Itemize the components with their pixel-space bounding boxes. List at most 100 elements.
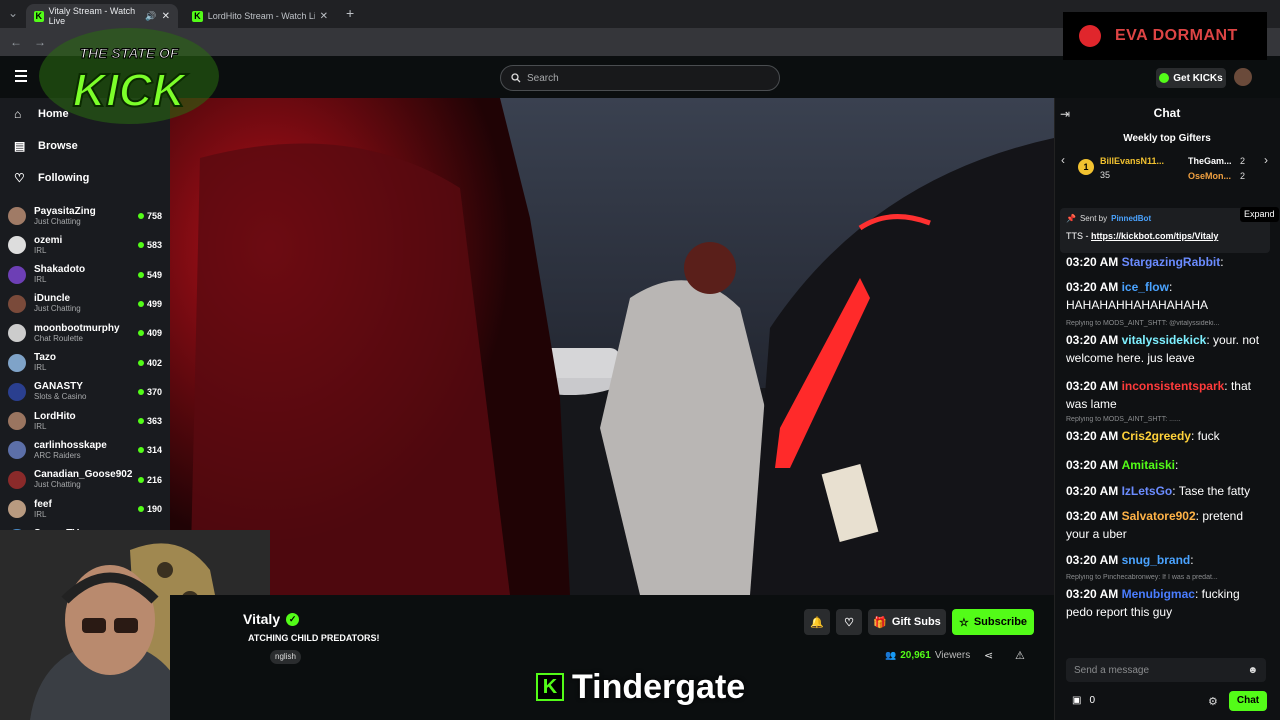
sidebar-channel[interactable]: moonbootmurphy Chat Roulette 409 bbox=[8, 319, 162, 347]
expand-tooltip[interactable]: Expand bbox=[1240, 207, 1279, 222]
viewer-count: 👥 20,961 Viewers bbox=[885, 650, 971, 661]
live-dot-icon bbox=[137, 388, 144, 395]
chat-input[interactable]: Send a message ☻ bbox=[1066, 658, 1266, 682]
caption-overlay: K Tindergate bbox=[536, 668, 745, 706]
chat-reply-context[interactable]: Replying to MODS_AINT_SHTT: ...... bbox=[1066, 416, 1266, 423]
chat-username[interactable]: vitalyssidekick bbox=[1122, 333, 1207, 347]
gifter-count: 2 bbox=[1240, 171, 1246, 181]
language-tag[interactable]: nglish bbox=[270, 650, 301, 664]
top-gifter-count: 35 bbox=[1100, 170, 1111, 180]
chat-username[interactable]: snug_brand bbox=[1122, 553, 1191, 567]
video-player[interactable] bbox=[170, 98, 1054, 595]
sidebar-nav-browse[interactable]: ▤ Browse bbox=[14, 139, 78, 153]
kick-logo-icon: K bbox=[536, 673, 564, 701]
live-dot-icon bbox=[137, 300, 144, 307]
chat-reply-context[interactable]: Replying to MODS_AINT_SHTT: @vitalysside… bbox=[1066, 320, 1266, 327]
notification-button[interactable]: 🔔 bbox=[804, 609, 830, 635]
live-dot-icon bbox=[137, 418, 144, 425]
eva-status-badge: EVA DORMANT bbox=[1063, 12, 1267, 60]
chat-username[interactable]: Salvatore902 bbox=[1122, 509, 1196, 523]
streamer-name[interactable]: Vitaly bbox=[243, 611, 280, 627]
bell-icon: 🔔 bbox=[810, 616, 824, 629]
chat-username[interactable]: IzLetsGo bbox=[1122, 484, 1173, 498]
audio-icon[interactable]: 🔊 bbox=[145, 11, 156, 22]
sidebar-channel[interactable]: LordHito IRL 363 bbox=[8, 407, 162, 435]
chat-message: 03:20 AM StargazingRabbit: bbox=[1066, 255, 1224, 269]
channel-viewers: 409 bbox=[137, 328, 162, 338]
report-icon[interactable]: ⚠ bbox=[1015, 649, 1025, 662]
sidebar-channel[interactable]: ozemi IRL 583 bbox=[8, 231, 162, 259]
user-avatar[interactable] bbox=[1234, 68, 1252, 86]
chat-username[interactable]: StargazingRabbit bbox=[1122, 255, 1221, 269]
svg-text:THE STATE OF: THE STATE OF bbox=[79, 45, 178, 61]
close-tab-icon[interactable]: ✕ bbox=[320, 11, 328, 22]
heart-icon: ♡ bbox=[14, 171, 25, 185]
gifter-name[interactable]: TheGam... bbox=[1188, 156, 1232, 166]
chat-username[interactable]: Amitaiski bbox=[1122, 458, 1175, 472]
share-icon[interactable]: ⋖ bbox=[984, 649, 993, 662]
browse-icon: ▤ bbox=[14, 139, 26, 153]
channel-viewers: 758 bbox=[137, 211, 162, 221]
follow-button[interactable]: ♡ bbox=[836, 609, 862, 635]
tab-list-icon[interactable]: ⌄ bbox=[8, 6, 18, 20]
live-dot-icon bbox=[137, 476, 144, 483]
chat-send-button[interactable]: Chat bbox=[1229, 691, 1267, 711]
state-of-kick-logo: THE STATE OF KICK bbox=[36, 24, 222, 128]
channel-viewers: 370 bbox=[137, 387, 162, 397]
gift-subs-button[interactable]: 🎁 Gift Subs bbox=[868, 609, 946, 635]
chat-username[interactable]: Menubigmac bbox=[1122, 587, 1195, 601]
live-dot-icon bbox=[137, 242, 144, 249]
top-gifter-name[interactable]: BillEvansN11... bbox=[1100, 156, 1164, 166]
sidebar-channel[interactable]: Canadian_Goose902 Just Chatting 216 bbox=[8, 466, 162, 494]
back-icon[interactable]: ← bbox=[10, 35, 22, 49]
search-icon bbox=[511, 73, 521, 83]
sidebar-channel[interactable]: carlinhosskape ARC Raiders 314 bbox=[8, 436, 162, 464]
get-kicks-button[interactable]: Get KICKs bbox=[1156, 68, 1226, 88]
chat-username[interactable]: Cris2greedy bbox=[1122, 429, 1191, 443]
sidebar-channel[interactable]: iDuncle Just Chatting 499 bbox=[8, 290, 162, 318]
emoji-icon[interactable]: ☻ bbox=[1247, 665, 1258, 676]
channel-name: Shakadoto bbox=[34, 264, 86, 276]
chat-username[interactable]: ice_flow bbox=[1122, 280, 1169, 294]
gifter-name[interactable]: OseMon... bbox=[1188, 171, 1231, 181]
channel-viewers: 499 bbox=[137, 299, 162, 309]
gifters-title: Weekly top Gifters bbox=[1123, 133, 1211, 144]
channel-avatar bbox=[8, 353, 26, 372]
sidebar-nav-following[interactable]: ♡ Following bbox=[14, 171, 89, 185]
menu-icon[interactable] bbox=[15, 70, 27, 82]
gifter-rank-badge: 1 bbox=[1078, 159, 1094, 175]
sidebar-channel[interactable]: Tazo IRL 402 bbox=[8, 349, 162, 377]
channel-avatar bbox=[8, 294, 26, 313]
chat-reply-context[interactable]: Replying to Pinchecabronwey: If I was a … bbox=[1066, 574, 1266, 581]
sidebar-channel[interactable]: Shakadoto IRL 549 bbox=[8, 261, 162, 289]
sidebar-channel[interactable]: GANASTY Slots & Casino 370 bbox=[8, 378, 162, 406]
channel-name: Tazo bbox=[34, 352, 57, 363]
channel-viewers: 549 bbox=[137, 270, 162, 280]
search-input[interactable]: Search bbox=[500, 65, 780, 91]
subscribe-button[interactable]: ☆ Subscribe bbox=[952, 609, 1034, 635]
users-icon: 👥 bbox=[885, 650, 897, 660]
chat-message: 03:20 AM snug_brand: bbox=[1066, 553, 1194, 567]
pinned-link[interactable]: https://kickbot.com/tips/Vitaly bbox=[1091, 231, 1218, 241]
chat-message: 03:20 AM inconsistentspark: that was lam… bbox=[1066, 379, 1251, 411]
live-dot-icon bbox=[137, 330, 144, 337]
sidebar-channel[interactable]: PayasitaZing Just Chatting 758 bbox=[8, 202, 162, 230]
new-tab-button[interactable]: + bbox=[346, 5, 354, 21]
settings-icon[interactable]: ⚙ bbox=[1208, 695, 1218, 708]
kick-favicon-icon: K bbox=[34, 10, 44, 22]
live-dot-icon bbox=[137, 271, 144, 278]
streamer-name-row[interactable]: Vitaly ✓ bbox=[243, 611, 300, 627]
channel-viewers: 314 bbox=[137, 445, 162, 455]
channel-points[interactable]: ▣ 0 bbox=[1072, 695, 1095, 706]
logo-graphic: THE STATE OF KICK bbox=[39, 28, 219, 124]
chat-username[interactable]: inconsistentspark bbox=[1122, 379, 1225, 393]
chat-message: 03:20 AM ice_flow: HAHAHAHHAHAHAHAHA bbox=[1066, 280, 1209, 312]
channel-category: Just Chatting bbox=[34, 216, 81, 226]
channel-category: IRL bbox=[34, 421, 47, 431]
chevron-left-icon[interactable]: ‹ bbox=[1061, 153, 1065, 167]
chat-timestamp: 03:20 AM bbox=[1066, 509, 1119, 523]
sidebar-channel[interactable]: feef IRL 190 bbox=[8, 495, 162, 523]
chevron-right-icon[interactable]: › bbox=[1264, 153, 1268, 167]
channel-category: IRL bbox=[34, 363, 47, 372]
close-tab-icon[interactable]: ✕ bbox=[162, 11, 170, 22]
